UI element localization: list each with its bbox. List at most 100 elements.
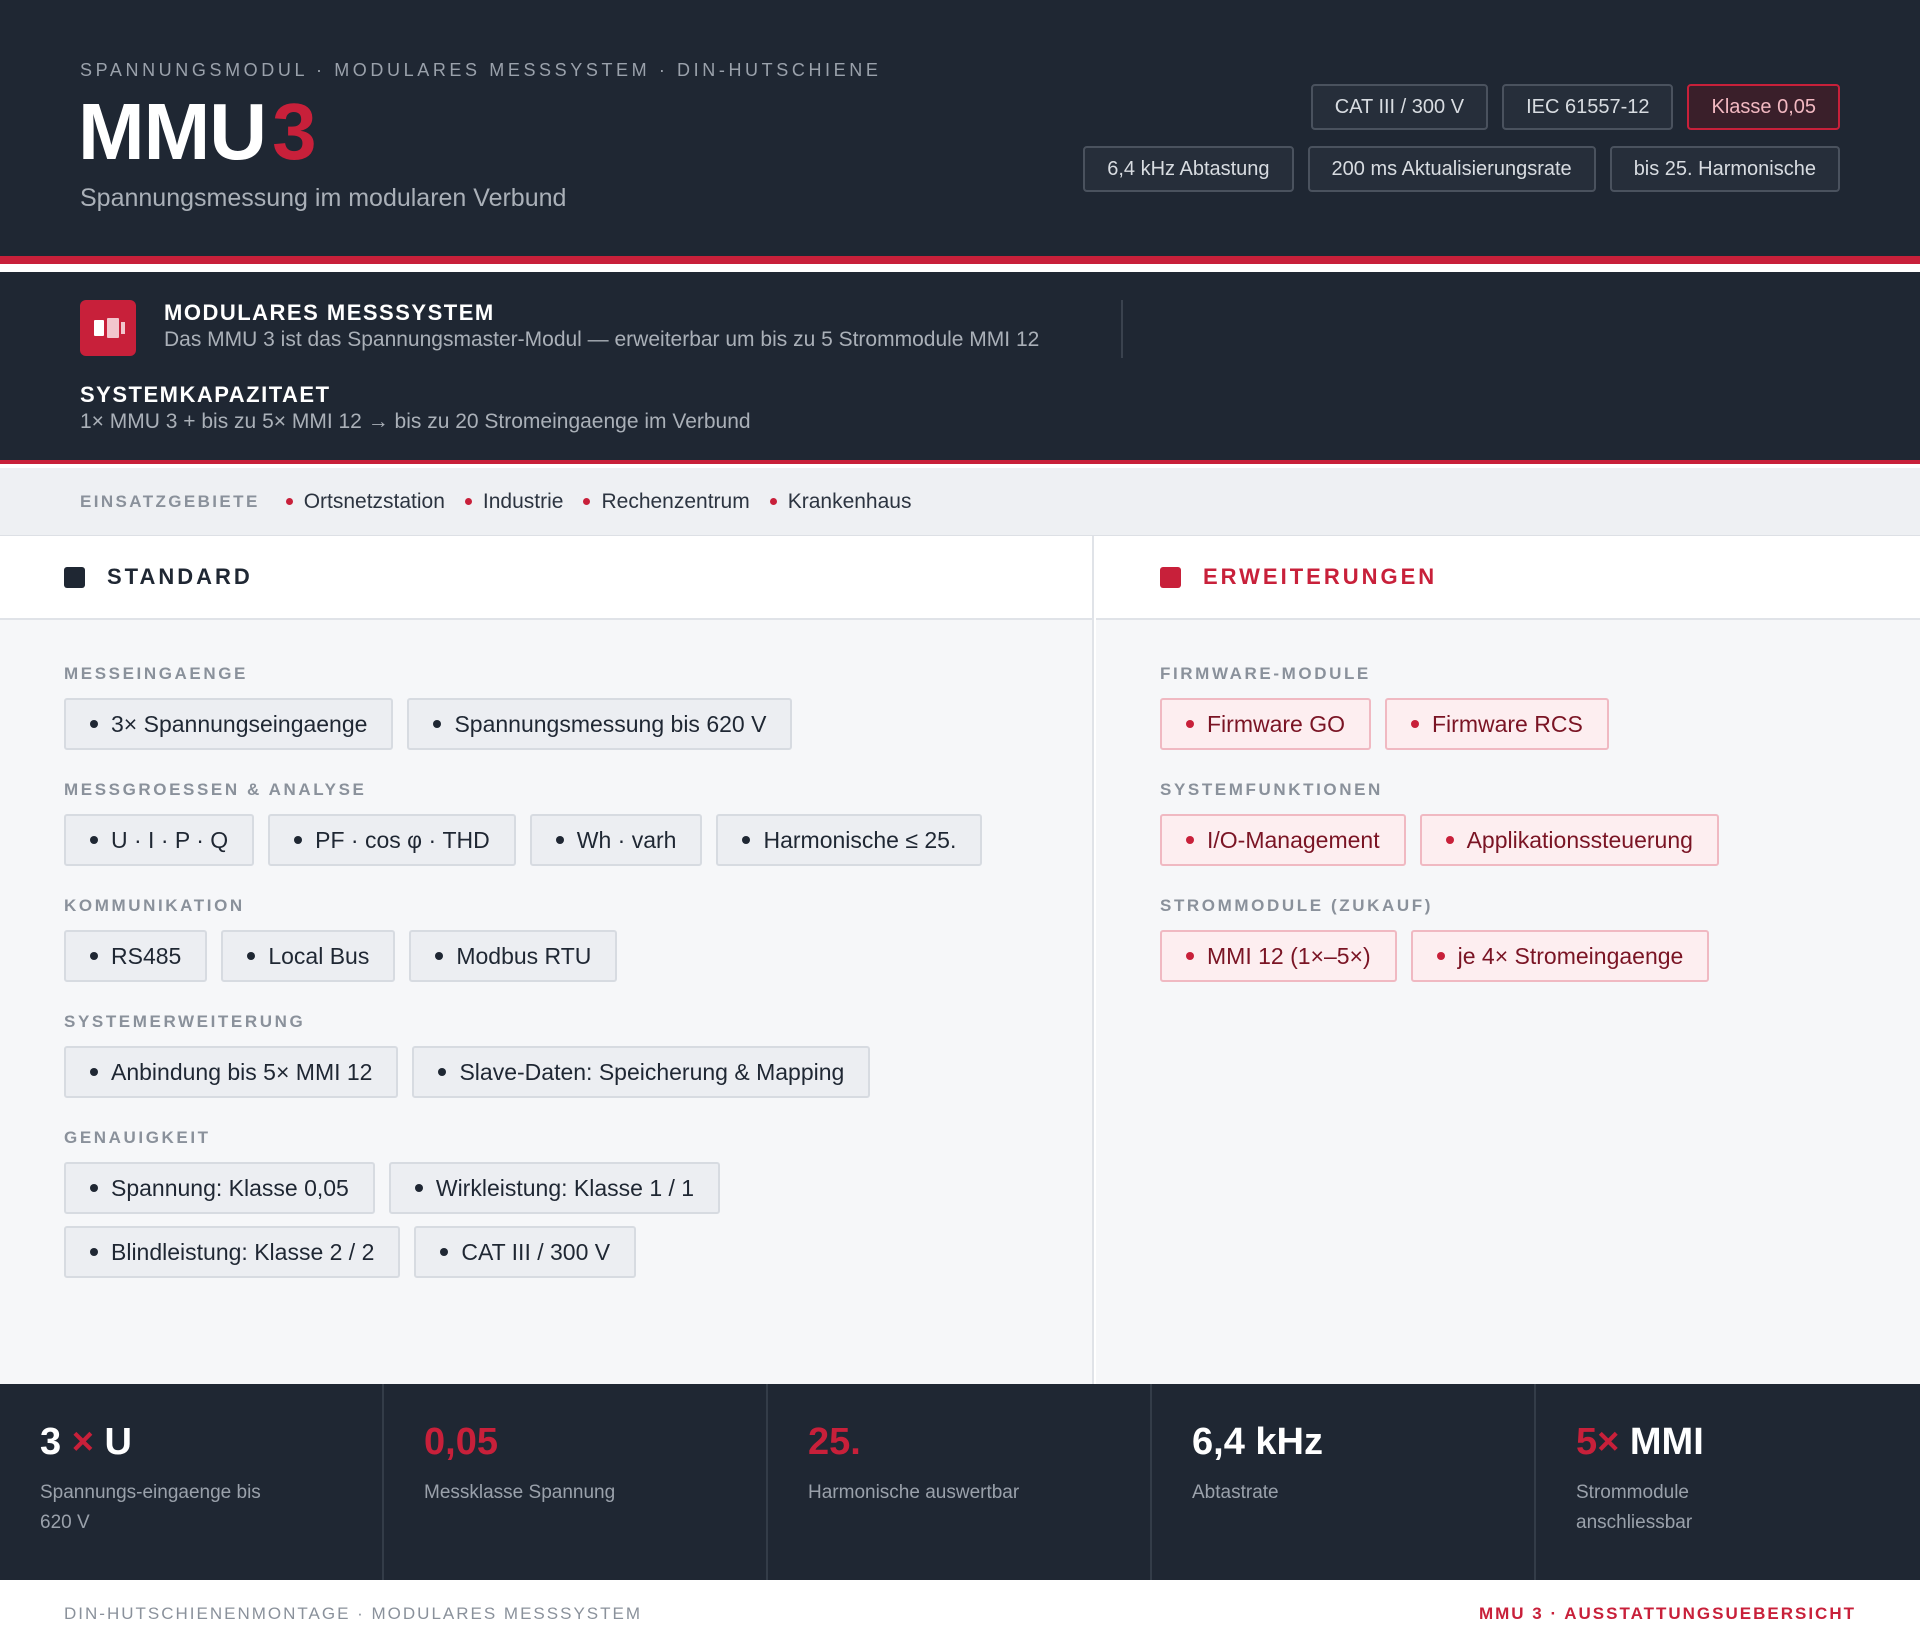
standard-header: STANDARD (0, 536, 1092, 620)
chip-label: Spannung: Klasse 0,05 (111, 1174, 349, 1201)
badge-iec: IEC 61557-12 (1502, 84, 1674, 130)
bullet-icon (555, 836, 564, 844)
chip-list: Anbindung bis 5× MMI 12 Slave-Daten: Spe… (64, 1046, 1092, 1098)
extensions-heading: ERWEITERUNGEN (1203, 564, 1438, 589)
system-band: MODULARES MESSSYSTEM Das MMU 3 ist das S… (0, 272, 1920, 464)
system-title: MODULARES MESSSYSTEM (164, 300, 495, 325)
stat-label: Abtastrate (1192, 1482, 1279, 1503)
group-label: STROMMODULE (ZUKAUF) (1160, 896, 1433, 915)
chip-label: Harmonische ≤ 25. (763, 826, 957, 853)
standard-groups: MESSEINGAENGE 3× Spannungseingaenge Span… (0, 620, 1092, 1278)
key-figures: 3 × U Spannungs-eingaenge bis 620 V 0,05… (0, 1384, 1920, 1580)
system-divider (1121, 300, 1123, 358)
badge-update-rate: 200 ms Aktualisierungsrate (1307, 146, 1596, 192)
system-text: Das MMU 3 ist das Spannungsmaster-Modul … (164, 328, 1040, 351)
chip-label: Applikationssteuerung (1466, 826, 1693, 853)
area-item: Industrie (464, 490, 563, 514)
feature-chip: CAT III / 300 V (414, 1226, 637, 1278)
stat-value: 6,4 kHz (1192, 1421, 1323, 1463)
feature-chip: Spannung: Klasse 0,05 (64, 1162, 375, 1214)
extension-chip: je 4× Stromeingaenge (1410, 930, 1710, 982)
extension-chip: I/O-Management (1160, 814, 1406, 866)
chip-label: Local Bus (268, 942, 370, 969)
page-footer: DIN-HUTSCHIENENMONTAGE · MODULARES MESSS… (0, 1580, 1920, 1648)
feature-chip: Harmonische ≤ 25. (716, 814, 983, 866)
bullet-icon (1411, 720, 1419, 728)
stat-value: 3 × U (40, 1421, 132, 1463)
feature-chip: RS485 (64, 930, 208, 982)
area-label: Rechenzentrum (601, 489, 750, 513)
square-icon (64, 566, 85, 588)
group-kommunikation: KOMMUNIKATION RS485 Local Bus Modbus RTU (64, 896, 1092, 982)
areas-label: EINSATZGEBIETE (80, 491, 260, 511)
chip-label: Anbindung bis 5× MMI 12 (111, 1058, 373, 1085)
feature-chip: Wh · varh (529, 814, 703, 866)
group-label: SYSTEMFUNKTIONEN (1160, 780, 1383, 799)
group-systemfunktionen: SYSTEMFUNKTIONEN I/O-Management Applikat… (1160, 780, 1920, 866)
bullet-icon (90, 836, 98, 844)
area-item: Ortsnetzstation (285, 489, 445, 514)
extension-chip: Firmware GO (1160, 698, 1371, 750)
area-item: Rechenzentrum (583, 489, 750, 514)
header-eyebrow: SPANNUNGSMODUL · MODULARES MESSSYSTEM · … (80, 60, 882, 80)
square-icon (1160, 566, 1181, 588)
feature-chip: Spannungsmessung bis 620 V (407, 698, 793, 750)
bullet-icon (464, 498, 472, 505)
stat-voltage-inputs: 3 × U Spannungs-eingaenge bis 620 V (0, 1384, 384, 1580)
group-label: FIRMWARE-MODULE (1160, 664, 1371, 683)
module-icon (80, 300, 136, 356)
chip-label: je 4× Stromeingaenge (1457, 942, 1684, 969)
bullet-icon (1186, 836, 1194, 844)
extensions-groups: FIRMWARE-MODULE Firmware GO Firmware RCS… (1096, 620, 1920, 982)
group-messgroessen: MESSGROESSEN & ANALYSE U · I · P · Q PF … (64, 780, 1092, 866)
feature-chip: PF · cos φ · THD (268, 814, 516, 866)
feature-chip: Blindleistung: Klasse 2 / 2 (64, 1226, 401, 1278)
bullet-icon (1186, 952, 1194, 960)
standard-column: STANDARD MESSEINGAENGE 3× Spannungseinga… (0, 536, 1094, 1384)
chip-list: Spannung: Klasse 0,05 Wirkleistung: Klas… (64, 1162, 824, 1278)
capacity-text: 1× MMU 3 + bis zu 5× MMI 12 → bis zu 20 … (80, 410, 751, 433)
bullet-icon (769, 498, 777, 505)
extensions-column: ERWEITERUNGEN FIRMWARE-MODULE Firmware G… (1096, 536, 1920, 1384)
stat-harmonics: 25. Harmonische auswertbar (768, 1384, 1152, 1580)
chip-list: RS485 Local Bus Modbus RTU (64, 930, 1092, 982)
stat-value: 5× MMI (1576, 1421, 1704, 1463)
feature-chip: Wirkleistung: Klasse 1 / 1 (388, 1162, 721, 1214)
footer-left: DIN-HUTSCHIENENMONTAGE · MODULARES MESSS… (64, 1604, 643, 1623)
bullet-icon (583, 498, 591, 505)
chip-list: U · I · P · Q PF · cos φ · THD Wh · varh… (64, 814, 1092, 866)
stat-value: 25. (808, 1421, 861, 1463)
bullet-icon (90, 720, 98, 728)
chip-label: Blindleistung: Klasse 2 / 2 (111, 1238, 375, 1265)
chip-label: MMI 12 (1×–5×) (1207, 942, 1371, 969)
bullet-icon (435, 952, 444, 960)
stat-label: Strommodule anschliessbar (1576, 1482, 1693, 1533)
chip-list: 3× Spannungseingaenge Spannungsmessung b… (64, 698, 1092, 750)
title-number: 3 (272, 87, 316, 176)
standard-heading: STANDARD (107, 564, 253, 589)
area-label: Krankenhaus (787, 489, 912, 513)
chip-label: Firmware RCS (1432, 710, 1583, 737)
group-label: SYSTEMERWEITERUNG (64, 1012, 306, 1031)
stat-label: Harmonische auswertbar (808, 1482, 1020, 1503)
group-strommodule: STROMMODULE (ZUKAUF) MMI 12 (1×–5×) je 4… (1160, 896, 1920, 982)
chip-label: Modbus RTU (456, 942, 592, 969)
badge-row-1: CAT III / 300 V IEC 61557-12 Klasse 0,05 (940, 84, 1840, 130)
chip-label: PF · cos φ · THD (315, 826, 490, 853)
stat-accuracy-class: 0,05 Messklasse Spannung (384, 1384, 768, 1580)
chip-list: Firmware GO Firmware RCS (1160, 698, 1920, 750)
stat-label: Spannungs-eingaenge bis 620 V (40, 1482, 261, 1533)
area-label: Ortsnetzstation (303, 489, 445, 513)
bullet-icon (1436, 952, 1445, 960)
page-title: MMU3 (78, 87, 317, 176)
stat-label: Messklasse Spannung (424, 1482, 616, 1503)
bullet-icon (433, 720, 442, 728)
bullet-icon (90, 952, 98, 960)
group-label: GENAUIGKEIT (64, 1128, 211, 1147)
chip-label: Slave-Daten: Speicherung & Mapping (459, 1058, 845, 1085)
feature-chip: Anbindung bis 5× MMI 12 (64, 1046, 399, 1098)
stat-sampling-rate: 6,4 kHz Abtastrate (1152, 1384, 1536, 1580)
chip-list: MMI 12 (1×–5×) je 4× Stromeingaenge (1160, 930, 1920, 982)
chip-label: 3× Spannungseingaenge (111, 710, 368, 737)
title-main: MMU (78, 87, 267, 176)
